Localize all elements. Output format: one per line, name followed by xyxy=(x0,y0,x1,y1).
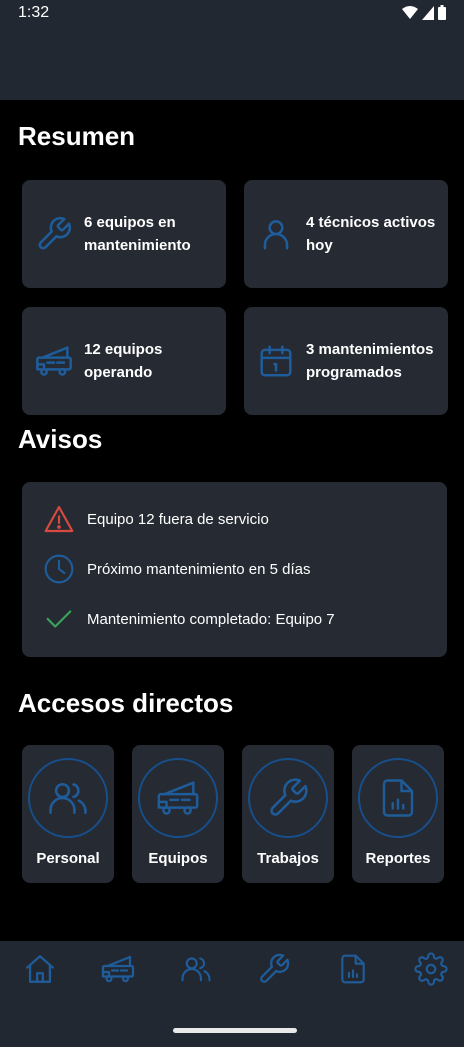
status-bar: 1:32 xyxy=(0,0,464,100)
crane-truck-icon xyxy=(138,758,218,838)
nav-personal-button[interactable] xyxy=(176,951,216,991)
status-time: 1:32 xyxy=(18,4,50,21)
shortcut-trabajos[interactable]: Trabajos xyxy=(242,745,334,883)
summary-title: Resumen xyxy=(18,121,136,151)
summary-card-scheduled[interactable]: 3 mantenimientos programados xyxy=(244,307,448,415)
people-icon xyxy=(179,952,213,991)
shortcut-label: Reportes xyxy=(365,850,431,867)
home-indicator[interactable] xyxy=(173,1028,297,1033)
wrench-icon xyxy=(257,952,291,991)
nav-equipos-button[interactable] xyxy=(98,951,138,991)
shortcut-personal[interactable]: Personal xyxy=(22,745,114,883)
signal-icon xyxy=(422,5,434,20)
check-icon xyxy=(42,602,76,636)
alert-text: Próximo mantenimiento en 5 días xyxy=(87,560,311,578)
warning-icon xyxy=(42,502,76,536)
nav-home-button[interactable] xyxy=(20,951,60,991)
status-icons xyxy=(402,5,446,20)
summary-card-maintenance[interactable]: 6 equipos en mantenimiento xyxy=(22,180,226,288)
person-icon xyxy=(252,210,300,258)
crane-truck-icon xyxy=(30,337,78,385)
alert-text: Equipo 12 fuera de servicio xyxy=(87,510,269,528)
shortcut-reportes[interactable]: Reportes xyxy=(352,745,444,883)
gear-icon xyxy=(414,951,448,991)
alert-text: Mantenimiento completado: Equipo 7 xyxy=(87,610,335,628)
alerts-card: Equipo 12 fuera de servicio Próximo mant… xyxy=(22,482,447,657)
shortcut-label: Equipos xyxy=(148,850,208,867)
summary-card-label: 12 equipos operando xyxy=(84,341,163,381)
nav-settings-button[interactable] xyxy=(411,951,451,991)
nav-trabajos-button[interactable] xyxy=(254,951,294,991)
shortcut-label: Personal xyxy=(36,850,100,867)
report-icon xyxy=(358,758,438,838)
shortcut-equipos[interactable]: Equipos xyxy=(132,745,224,883)
crane-truck-icon xyxy=(100,951,136,992)
battery-icon xyxy=(438,5,446,20)
shortcut-label: Trabajos xyxy=(257,850,319,867)
shortcuts-title: Accesos directos xyxy=(18,688,234,718)
summary-card-label: 3 mantenimientos programados xyxy=(306,341,434,381)
wrench-icon xyxy=(30,210,78,258)
nav-reportes-button[interactable] xyxy=(333,951,373,991)
home-icon xyxy=(23,952,57,991)
summary-card-technicians[interactable]: 4 técnicos activos hoy xyxy=(244,180,448,288)
clock-icon xyxy=(42,552,76,586)
calendar-icon xyxy=(252,337,300,385)
report-icon xyxy=(337,953,369,990)
wifi-icon xyxy=(402,5,418,20)
wrench-icon xyxy=(248,758,328,838)
alert-item[interactable]: Equipo 12 fuera de servicio xyxy=(42,502,269,536)
alert-item[interactable]: Mantenimiento completado: Equipo 7 xyxy=(42,602,335,636)
alert-item[interactable]: Próximo mantenimiento en 5 días xyxy=(42,552,310,586)
alerts-title: Avisos xyxy=(18,424,103,454)
summary-card-operating[interactable]: 12 equipos operando xyxy=(22,307,226,415)
summary-card-label: 4 técnicos activos hoy xyxy=(306,214,436,254)
people-icon xyxy=(28,758,108,838)
summary-card-label: 6 equipos en mantenimiento xyxy=(84,214,191,254)
